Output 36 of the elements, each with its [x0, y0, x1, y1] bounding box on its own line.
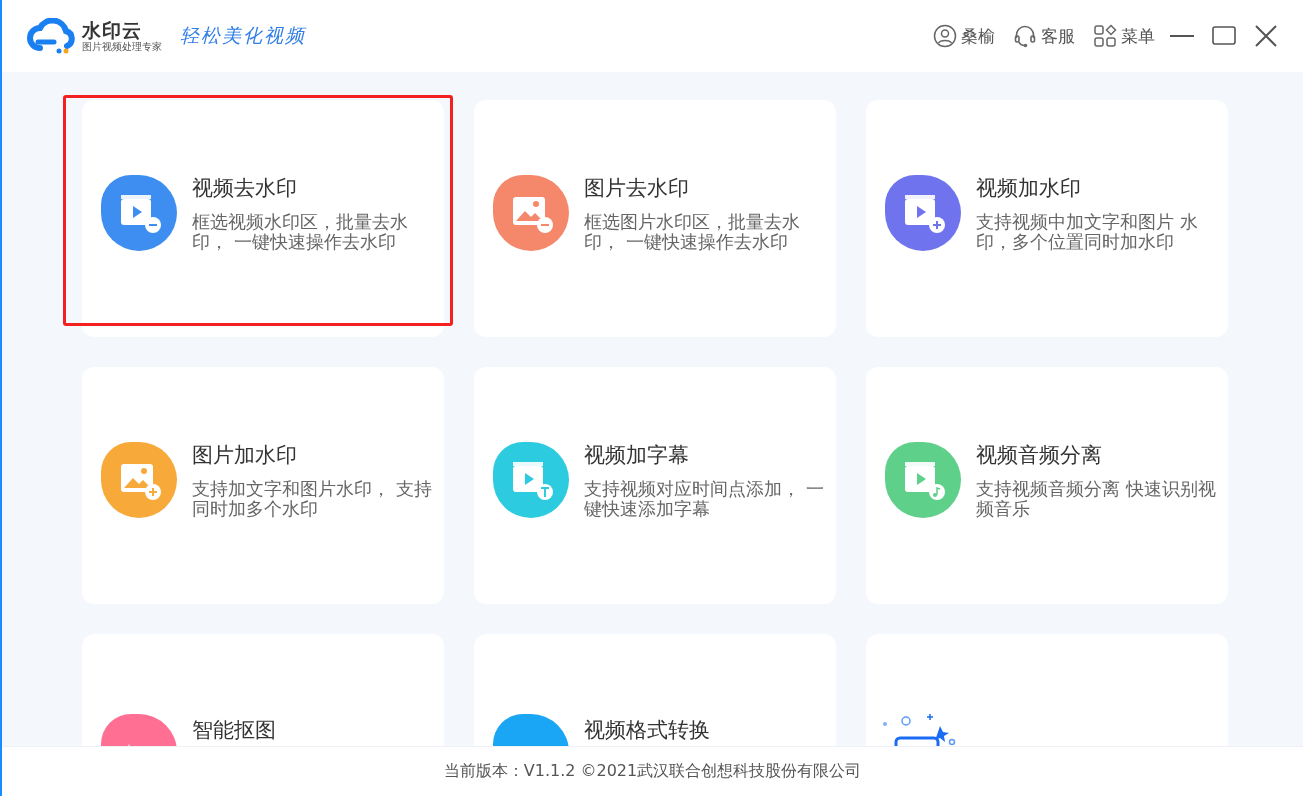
tool-card[interactable]: 视频格式转换	[474, 634, 836, 746]
slogan: 轻松美化视频	[180, 23, 306, 48]
tool-card[interactable]: 视频去水印 框选视频水印区，批量去水印， 一键快速操作去水印	[82, 100, 444, 337]
grid-icon	[1093, 24, 1117, 48]
card-description: 支持加文字和图片水印， 支持同时加多个水印	[192, 478, 433, 519]
card-title: 视频格式转换	[584, 717, 711, 744]
close-icon	[1255, 25, 1277, 47]
support-button[interactable]: 客服	[1013, 24, 1075, 48]
card-title: 视频音频分离	[976, 441, 1103, 469]
tool-card[interactable]: 智能抠图	[82, 634, 444, 746]
card-title: 图片去水印	[584, 174, 690, 202]
cloud-logo-icon	[26, 18, 78, 54]
card-title: 智能抠图	[192, 717, 277, 744]
user-icon	[933, 24, 957, 48]
card-description: 支持视频音频分离 快速识别视频音乐	[976, 478, 1217, 519]
card-description: 框选图片水印区，批量去水印， 一键快速操作去水印	[584, 211, 801, 252]
card-title: 视频去水印	[192, 174, 298, 202]
tool-card[interactable]: 视频加水印 支持视频中加文字和图片 水印，多个位置同时加水印	[866, 100, 1228, 337]
tool-card[interactable]: 视频音频分离 支持视频音频分离 快速识别视频音乐	[866, 367, 1228, 604]
version-text: 当前版本：V1.1.2 ©2021武汉联合创想科技股份有限公司	[443, 761, 862, 782]
card-description: 框选视频水印区，批量去水印， 一键快速操作去水印	[192, 211, 409, 252]
card-title: 图片加水印	[192, 441, 298, 469]
user-button[interactable]: 桑榆	[933, 24, 995, 48]
card-title: 视频加字幕	[584, 441, 690, 469]
brand-name: 水印云	[82, 19, 143, 41]
brand-tagline: 图片视频处理专家	[82, 41, 162, 53]
maximize-icon	[1212, 26, 1236, 46]
card-description: 支持视频中加文字和图片 水印，多个位置同时加水印	[976, 211, 1199, 252]
tool-card[interactable]: 图片加水印 支持加文字和图片水印， 支持同时加多个水印	[82, 367, 444, 604]
tool-card[interactable]: 图片去水印 框选图片水印区，批量去水印， 一键快速操作去水印	[474, 100, 836, 337]
card-description: 支持视频对应时间点添加， 一键快速添加字幕	[584, 478, 825, 519]
card-title: 视频加水印	[976, 174, 1082, 202]
menu-button[interactable]: 菜单	[1093, 24, 1155, 48]
minimize-icon	[1170, 34, 1194, 38]
tool-card[interactable]: 视频加字幕 支持视频对应时间点添加， 一键快速添加字幕	[474, 367, 836, 604]
headset-icon	[1013, 24, 1037, 48]
